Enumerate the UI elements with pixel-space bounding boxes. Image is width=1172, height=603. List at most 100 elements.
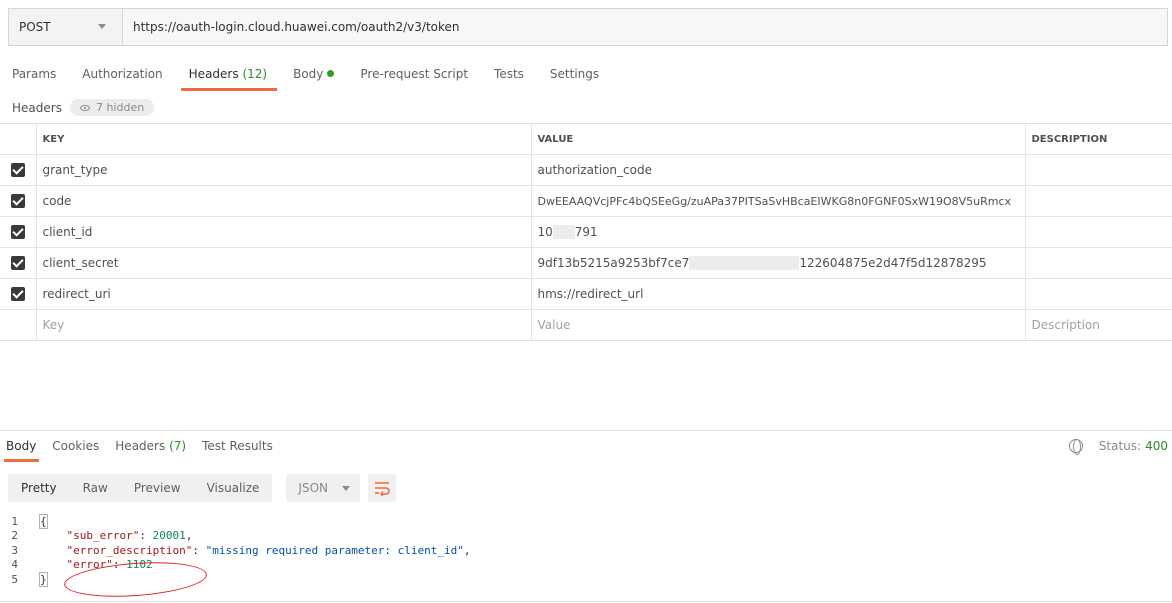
line-number: 2 [11,529,18,543]
value-part: 122604875e2d47f5d12878295 [799,255,987,270]
code-line: 4 "error": 1102 [0,558,1172,573]
tab-pre-request-script[interactable]: Pre-request Script [360,67,468,93]
response-view-bar: Pretty Raw Preview Visualize JSON [8,474,396,502]
response-tab-body[interactable]: Body [3,439,40,462]
checkbox-column-header [0,123,37,155]
redaction-blur [552,225,575,240]
code-line: 5 } [0,571,1172,587]
value-cell[interactable]: hms://redirect_url [530,278,1026,310]
new-description-input[interactable]: Description [1024,309,1172,341]
table-row: redirect_uri hms://redirect_url [0,278,1172,310]
headers-section-title: Headers 7 hidden [12,99,155,116]
key-cell[interactable]: grant_type [35,154,532,186]
response-tab-headers[interactable]: Headers (7) [115,439,186,453]
description-cell[interactable] [1024,185,1172,217]
hidden-headers-toggle[interactable]: 7 hidden [69,99,155,116]
format-label: JSON [298,481,328,495]
line-number: 4 [11,558,18,572]
wrap-lines-icon [374,482,390,496]
key-cell[interactable]: client_id [35,216,532,248]
url-input[interactable]: https://oauth-login.cloud.huawei.com/oau… [123,9,1167,45]
tab-settings[interactable]: Settings [550,67,599,93]
tab-params[interactable]: Params [12,67,56,93]
key-cell[interactable]: code [35,185,532,217]
table-row: client_id 10 791 [0,216,1172,248]
view-visualize-button[interactable]: Visualize [194,481,273,495]
tab-headers[interactable]: Headers (12) [180,67,278,93]
line-number: 3 [11,543,18,557]
code-brace: { [39,513,48,529]
value-cell[interactable]: DwEEAAQVcjPFc4bQSEeGg/zuAPa37PITSaSvHBca… [530,185,1026,217]
value-cell[interactable]: authorization_code [530,154,1026,186]
request-bar: POST https://oauth-login.cloud.huawei.co… [8,8,1168,46]
table-row: client_secret 9df13b5215a9253bf7ce7 12260… [0,247,1172,279]
key-cell[interactable]: client_secret [35,247,532,279]
value-part: 10 [537,224,553,239]
row-checkbox[interactable] [10,225,25,240]
view-mode-group: Pretty Raw Preview Visualize [8,474,273,502]
status-code: 400 [1145,439,1168,453]
table-row: code DwEEAAQVcjPFc4bQSEeGg/zuAPa37PITSaS… [0,185,1172,217]
response-tabs: Body Cookies Headers (7) Test Results [3,439,289,462]
code-brace: } [39,571,48,587]
status-label: Status: [1098,439,1142,453]
tab-body[interactable]: Body [293,67,335,93]
method-select[interactable]: POST [9,9,123,45]
row-checkbox[interactable] [10,256,25,271]
json-key: "error_description" [66,543,193,557]
description-cell[interactable] [1024,278,1172,310]
response-tab-cookies[interactable]: Cookies [52,439,99,453]
redaction-blur [689,256,800,271]
value-column-header: VALUE [530,123,1026,155]
headers-table: KEY VALUE DESCRIPTION grant_type authori… [0,123,1172,341]
globe-icon[interactable] [1068,439,1083,455]
description-cell[interactable] [1024,154,1172,186]
eye-icon [79,104,90,111]
view-raw-button[interactable]: Raw [70,481,121,495]
tab-headers-count: (12) [242,67,268,81]
chevron-down-icon [341,485,350,491]
hidden-count: 7 hidden [95,101,145,114]
code-line: 1 { [0,513,1172,529]
bottom-divider [0,601,1172,602]
new-key-input[interactable]: Key [35,309,532,341]
value-cell[interactable]: 10 791 [530,216,1026,248]
json-key: "error" [66,558,113,572]
description-cell[interactable] [1024,247,1172,279]
table-row: grant_type authorization_code [0,154,1172,186]
response-status: Status: 400 [1068,439,1168,455]
description-cell[interactable] [1024,216,1172,248]
json-number: 1102 [126,558,153,572]
table-row-new: Key Value Description [0,309,1172,341]
new-value-input[interactable]: Value [530,309,1026,341]
tab-authorization[interactable]: Authorization [82,67,162,93]
value-part: 791 [574,224,598,239]
key-column-header: KEY [35,123,532,155]
json-key: "sub_error" [66,529,140,543]
tab-tests[interactable]: Tests [494,67,524,93]
url-text: https://oauth-login.cloud.huawei.com/oau… [133,20,460,34]
headers-label: Headers [12,100,62,115]
format-select[interactable]: JSON [286,474,360,502]
response-headers-count: (7) [169,439,187,453]
request-tabs: Params Authorization Headers (12) Body P… [12,67,625,93]
code-line: 2 "sub_error": 20001, [0,529,1172,544]
line-number: 5 [11,572,18,586]
view-pretty-button[interactable]: Pretty [8,481,70,495]
response-tab-test-results[interactable]: Test Results [202,439,273,453]
json-number: 20001 [152,529,186,543]
view-preview-button[interactable]: Preview [121,481,194,495]
value-cell[interactable]: 9df13b5215a9253bf7ce7 122604875e2d47f5d12… [530,247,1026,279]
method-label: POST [19,20,51,34]
row-checkbox[interactable] [10,194,25,209]
row-checkbox[interactable] [10,287,25,302]
response-code-editor[interactable]: 1 { 2 "sub_error": 20001, 3 "error_descr… [0,513,1172,587]
row-checkbox[interactable] [10,163,25,178]
json-string: "missing required parameter: client_id" [205,543,464,557]
key-cell[interactable]: redirect_uri [35,278,532,310]
value-part: 9df13b5215a9253bf7ce7 [537,255,690,270]
description-column-header: DESCRIPTION [1024,123,1172,155]
response-divider [0,430,1172,431]
wrap-lines-button[interactable] [367,474,396,502]
line-number: 1 [11,514,18,528]
